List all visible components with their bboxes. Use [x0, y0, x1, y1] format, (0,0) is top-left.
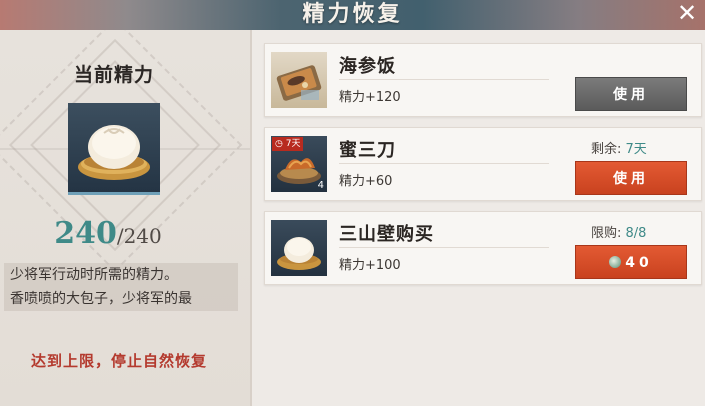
item-quantity: 4 — [317, 180, 324, 191]
energy-value: 240/240 — [0, 216, 216, 251]
jade-coin-icon — [609, 256, 622, 268]
energy-description: 少将军行动时所需的精力。 香喷喷的大包子，少将军的最 — [4, 263, 238, 311]
limit-label: 限购: — [591, 226, 622, 241]
item-name: 海参饭 — [339, 56, 396, 77]
page-title: 精力恢复 — [302, 1, 403, 27]
use-button[interactable]: 使用 — [575, 161, 687, 195]
remaining-time: 剩余: 7天 — [591, 138, 647, 157]
use-button[interactable]: 使用 — [575, 77, 687, 111]
purchase-limit: 限购: 8/8 — [591, 222, 646, 241]
divider — [339, 163, 549, 164]
remaining-label: 剩余: — [591, 142, 622, 157]
energy-current: 240 — [54, 216, 117, 251]
close-icon[interactable]: ✕ — [675, 1, 699, 26]
steamed-bun-icon — [271, 220, 327, 276]
list-item: 海参饭 精力+120 使用 — [264, 43, 702, 117]
sea-cucumber-rice-icon — [271, 52, 327, 108]
honey-pastry-icon: ◷ 7天 4 — [271, 136, 327, 192]
current-energy-label: 当前精力 — [73, 64, 154, 86]
item-name: 蜜三刀 — [339, 140, 396, 161]
item-effect: 精力+100 — [339, 258, 401, 273]
steamed-bun-icon — [68, 103, 160, 195]
limit-value: 8/8 — [625, 226, 647, 241]
buy-button[interactable]: 40 — [575, 245, 687, 279]
divider — [339, 247, 549, 248]
remaining-value: 7天 — [625, 142, 647, 157]
energy-max: /240 — [116, 224, 162, 248]
divider — [339, 79, 549, 80]
description-line: 少将军行动时所需的精力。 — [10, 267, 178, 283]
price-label: 40 — [625, 255, 653, 271]
list-item: ◷ 7天 4 蜜三刀 精力+60 剩余: 7天 使用 — [264, 127, 702, 201]
recovery-status: 达到上限，停止自然恢复 — [30, 352, 207, 370]
description-line: 香喷喷的大包子，少将军的最 — [10, 291, 192, 307]
item-name: 三山壁购买 — [339, 224, 434, 245]
item-effect: 精力+120 — [339, 90, 401, 105]
time-limit-badge: ◷ 7天 — [272, 137, 304, 151]
item-effect: 精力+60 — [339, 174, 393, 189]
list-item: 三山壁购买 精力+100 限购: 8/8 40 — [264, 211, 702, 285]
